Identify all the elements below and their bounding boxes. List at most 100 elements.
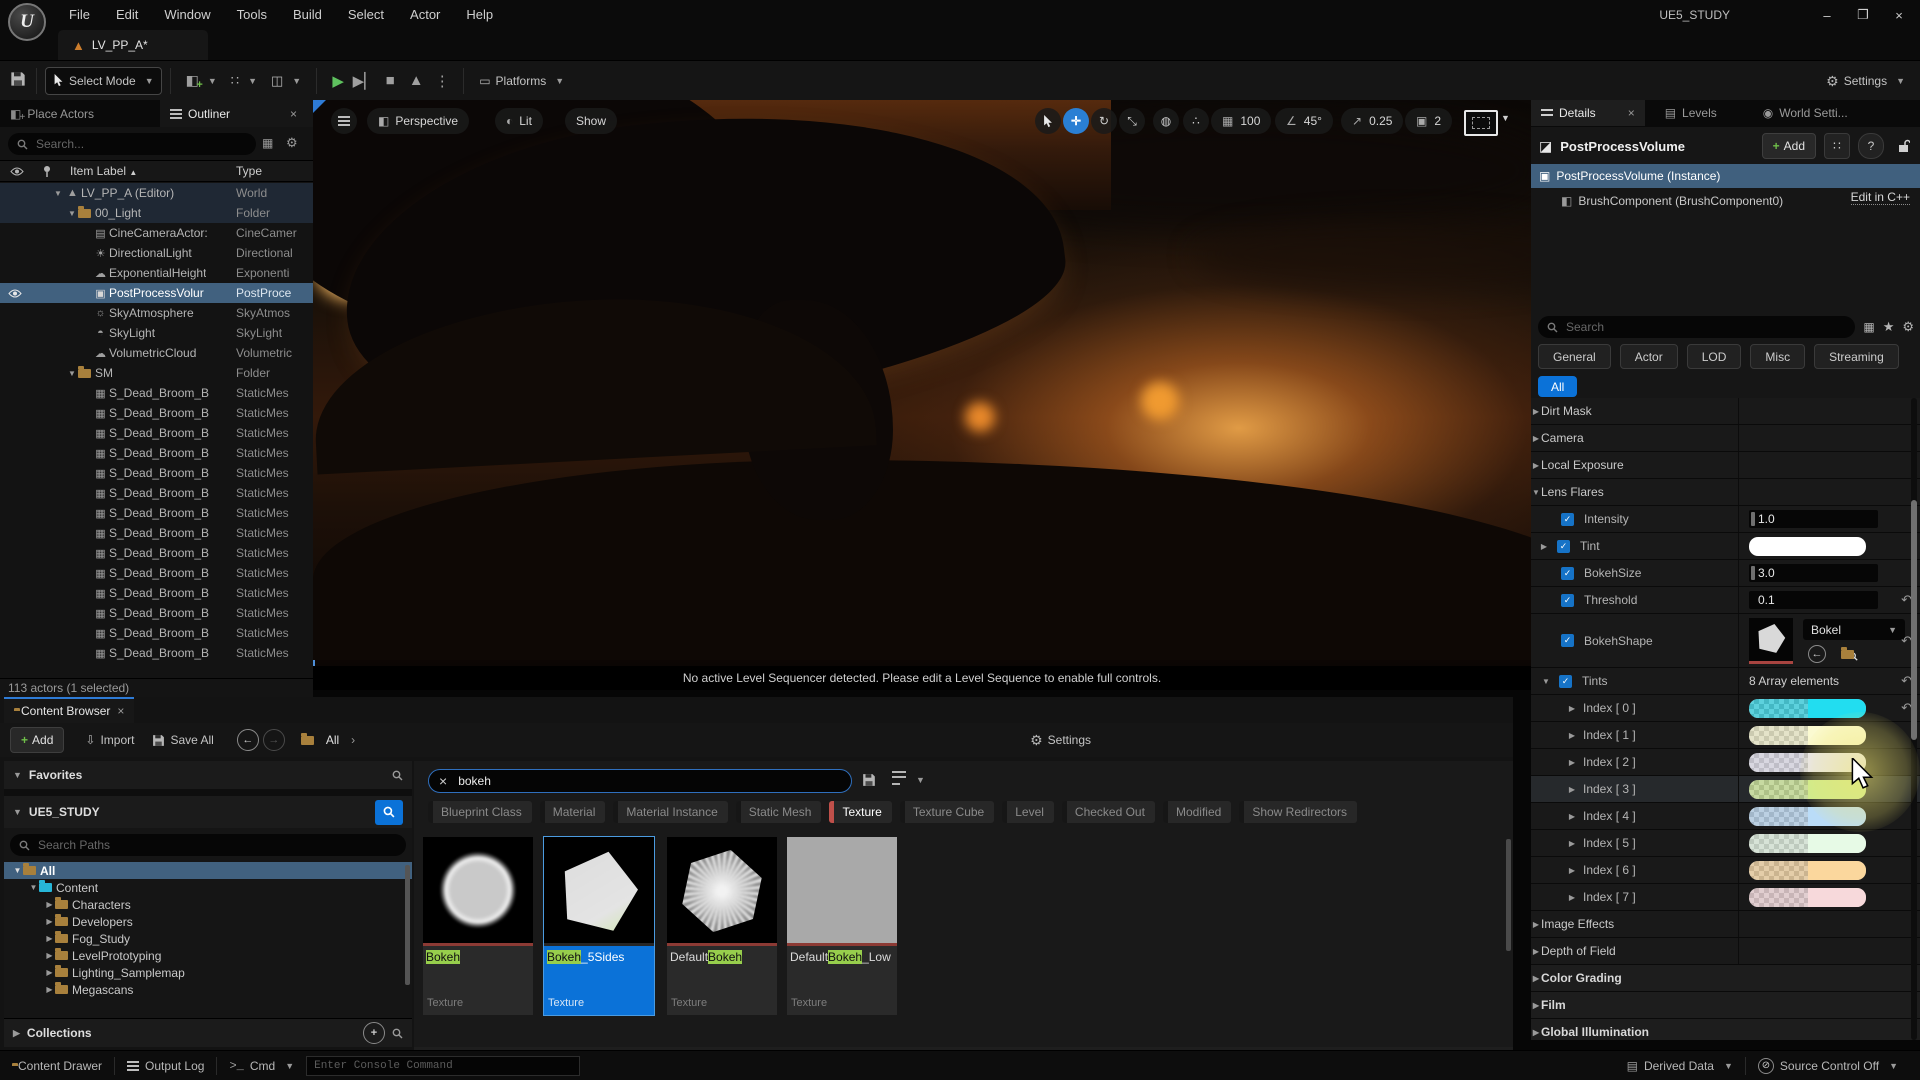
asset-tile-bokeh-5sides[interactable]: Bokeh_5Sides Texture <box>544 837 654 1015</box>
expander-icon[interactable]: ▼ <box>12 866 23 875</box>
grid-snap-dropdown[interactable]: ▦ 100 <box>1211 108 1271 134</box>
outliner-row-actor[interactable]: ☁ VolumetricCloud Volumetric <box>0 343 313 363</box>
close-icon[interactable]: × <box>117 704 124 718</box>
details-scrollbar-thumb[interactable] <box>1911 500 1917 740</box>
tree-folder[interactable]: ▶LevelPrototyping <box>4 947 412 964</box>
expander-icon[interactable]: ▶ <box>44 968 55 977</box>
favorites-star-icon[interactable]: ★ <box>1883 319 1895 335</box>
expander-icon[interactable]: ▶ <box>44 985 55 994</box>
forward-icon[interactable]: → <box>263 729 285 751</box>
section-film[interactable]: ▶Film <box>1531 992 1920 1019</box>
bokeh-size-input[interactable]: 3.0 <box>1749 564 1878 582</box>
import-button[interactable]: ⇩ Import <box>78 727 141 753</box>
tree-folder[interactable]: ▶Fog_Study <box>4 930 412 947</box>
eject-button[interactable]: ▲ <box>403 72 429 89</box>
platforms-dropdown[interactable]: ▭ Platforms ▼ <box>472 68 571 94</box>
cinematics-button[interactable]: ◫ ▼ <box>264 68 308 94</box>
column-type[interactable]: Type <box>236 164 262 178</box>
add-asset-button[interactable]: + Add <box>10 727 64 753</box>
column-item-label[interactable]: Item Label ▲ <box>70 164 137 178</box>
chip-actor[interactable]: Actor <box>1620 344 1678 369</box>
viewport-layout-button[interactable] <box>1464 110 1498 136</box>
outliner-row-staticmesh[interactable]: ▦S_Dead_Broom_BStaticMes <box>0 423 313 443</box>
outliner-search[interactable] <box>8 133 256 155</box>
outliner-row-postprocessvolume[interactable]: ▣ PostProcessVolur PostProce <box>0 283 313 303</box>
menu-file[interactable]: File <box>56 0 103 30</box>
tree-folder[interactable]: ▶Lighting_Samplemap <box>4 964 412 981</box>
expander-icon[interactable]: ▶ <box>1567 893 1577 902</box>
section-global-illumination[interactable]: ▶Global Illumination <box>1531 1019 1920 1040</box>
bokeh-shape-thumbnail[interactable] <box>1749 618 1793 664</box>
expander-icon[interactable]: ▶ <box>1567 866 1577 875</box>
tab-place-actors[interactable]: ◧+ Place Actors <box>0 100 160 127</box>
visibility-column-eye-icon[interactable] <box>10 166 24 180</box>
details-settings-gear-icon[interactable]: ⚙ <box>1902 319 1914 335</box>
expander-icon[interactable]: ▶ <box>44 900 55 909</box>
outliner-row-staticmesh[interactable]: ▦S_Dead_Broom_BStaticMes <box>0 603 313 623</box>
sidebar-scrollbar-thumb[interactable] <box>405 865 410 985</box>
tint-color-swatch[interactable] <box>1749 888 1866 907</box>
add-component-button[interactable]: + Add <box>1762 133 1816 159</box>
rotate-tool-button[interactable]: ↻ <box>1091 108 1117 134</box>
menu-help[interactable]: Help <box>453 0 506 30</box>
search-icon[interactable] <box>392 1028 403 1039</box>
surface-snap-button[interactable]: ∴ <box>1183 108 1209 134</box>
chip-general[interactable]: General <box>1538 344 1611 369</box>
menu-tools[interactable]: Tools <box>224 0 280 30</box>
edit-in-cpp-link[interactable]: Edit in C++ <box>1851 190 1910 205</box>
tree-folder[interactable]: ▶Characters <box>4 896 412 913</box>
outliner-settings-gear-icon[interactable]: ⚙ <box>286 135 298 151</box>
tree-folder[interactable]: ▶Megascans <box>4 981 412 998</box>
outliner-row-staticmesh[interactable]: ▦S_Dead_Broom_BStaticMes <box>0 623 313 643</box>
filter-modified[interactable]: Modified <box>1163 801 1231 823</box>
skip-frame-button[interactable]: ▶▏ <box>351 72 377 90</box>
expander-icon[interactable]: ▼ <box>1541 677 1551 686</box>
back-icon[interactable]: ← <box>237 729 259 751</box>
outliner-row-staticmesh[interactable]: ▦S_Dead_Broom_BStaticMes <box>0 403 313 423</box>
outliner-row-staticmesh[interactable]: ▦S_Dead_Broom_BStaticMes <box>0 483 313 503</box>
expander-icon[interactable]: ▶ <box>1567 812 1577 821</box>
play-button[interactable]: ▶ <box>325 72 351 90</box>
outliner-row-level[interactable]: ▼ ▲ LV_PP_A (Editor) World <box>0 183 313 203</box>
tab-outliner[interactable]: Outliner × <box>160 100 313 127</box>
expander-icon[interactable]: ▼ <box>52 189 64 198</box>
expander-icon[interactable]: ▶ <box>44 951 55 960</box>
asset-tile-bokeh[interactable]: Bokeh Texture <box>423 837 533 1015</box>
threshold-input[interactable]: 0.1 <box>1749 591 1878 609</box>
chip-all[interactable]: All <box>1538 376 1577 397</box>
outliner-row-staticmesh[interactable]: ▦S_Dead_Broom_BStaticMes <box>0 583 313 603</box>
minimize-button[interactable]: – <box>1810 2 1844 28</box>
assets-scrollbar-thumb[interactable] <box>1506 839 1511 951</box>
breadcrumb[interactable]: All <box>326 733 339 747</box>
unlocked-icon[interactable] <box>1892 134 1916 158</box>
checkbox-checked[interactable]: ✓ <box>1561 567 1574 580</box>
expander-icon[interactable]: ▶ <box>1567 839 1577 848</box>
save-icon[interactable] <box>10 71 26 90</box>
chevron-down-icon[interactable]: ▼ <box>916 775 925 785</box>
section-image-effects[interactable]: ▶Image Effects <box>1531 911 1920 938</box>
outliner-row-actor[interactable]: ☀ DirectionalLight Directional <box>0 243 313 263</box>
rotation-snap-dropdown[interactable]: ∠ 45° <box>1275 108 1333 134</box>
expander-icon[interactable]: ▶ <box>1567 704 1577 713</box>
expander-icon[interactable]: ▶ <box>1531 1028 1541 1037</box>
derived-data-button[interactable]: ▤ Derived Data ▼ <box>1615 1051 1745 1080</box>
outliner-row-actor[interactable]: ◓ SkyLight SkyLight <box>0 323 313 343</box>
expander-icon[interactable]: ▼ <box>66 369 78 378</box>
filter-lines-icon[interactable] <box>892 771 906 785</box>
tree-all[interactable]: ▼ All <box>4 862 412 879</box>
tint-color-swatch[interactable] <box>1749 537 1866 556</box>
collections-header[interactable]: ▶ Collections + <box>4 1018 412 1047</box>
perspective-dropdown[interactable]: ◧ Perspective <box>367 108 469 134</box>
expander-icon[interactable]: ▼ <box>28 883 39 892</box>
search-assets-button[interactable] <box>375 800 403 825</box>
tree-folder[interactable]: ▶Developers <box>4 913 412 930</box>
outliner-filter-icon[interactable]: ▦ <box>262 136 273 150</box>
scale-snap-dropdown[interactable]: ↗ 0.25 <box>1341 108 1403 134</box>
blueprints-button[interactable]: ∷ ▼ <box>224 68 264 94</box>
outliner-row-staticmesh[interactable]: ▦S_Dead_Broom_BStaticMes <box>0 443 313 463</box>
expander-icon[interactable]: ▶ <box>1567 731 1577 740</box>
menu-select[interactable]: Select <box>335 0 397 30</box>
tab-content-browser[interactable]: Content Browser × <box>4 697 134 723</box>
add-collection-icon[interactable]: + <box>363 1022 385 1044</box>
content-drawer-button[interactable]: Content Drawer <box>0 1051 114 1080</box>
